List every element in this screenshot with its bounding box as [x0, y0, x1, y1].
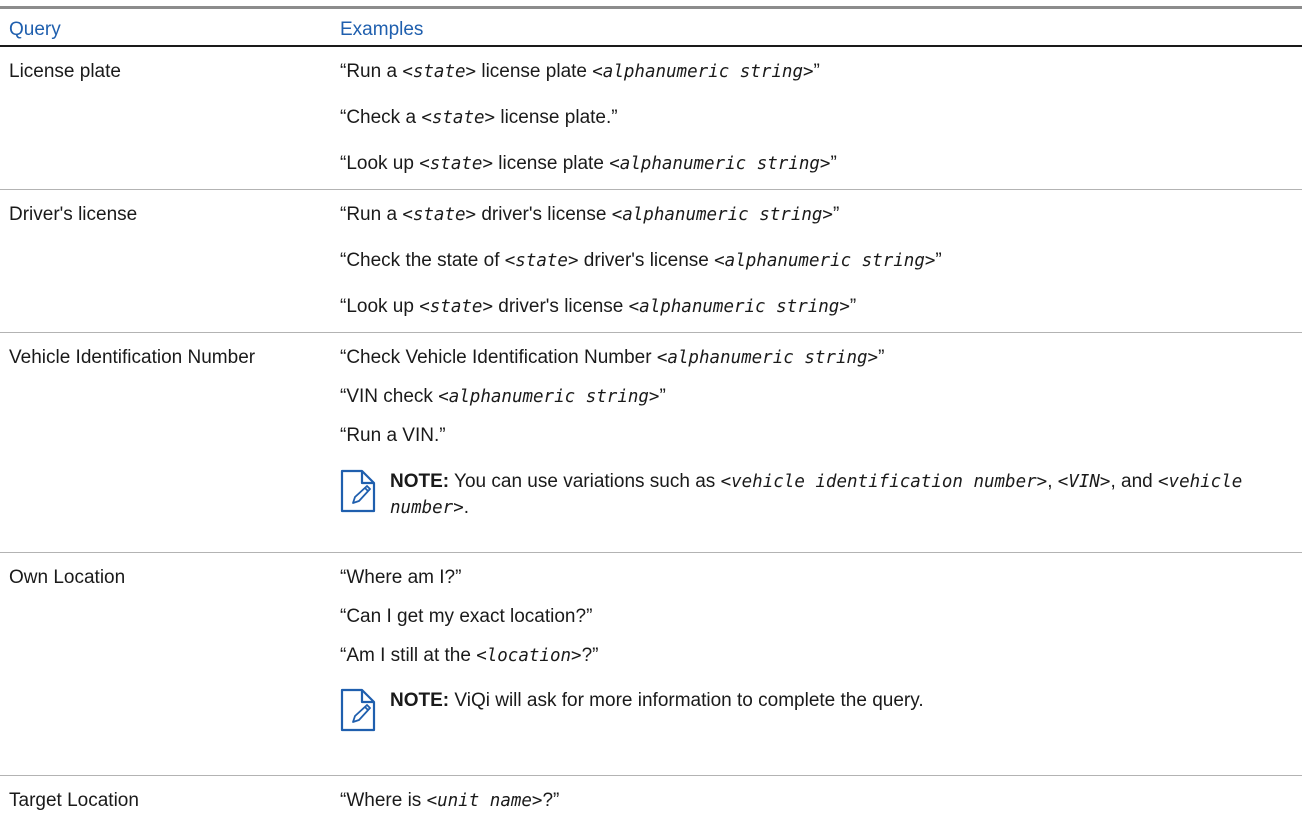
table-header: Query Examples: [0, 9, 1302, 47]
example-text: “Run a VIN.”: [340, 425, 446, 446]
note-text: NOTE: You can use variations such as <ve…: [390, 471, 1243, 518]
example-text: “Check the state of <state> driver's lic…: [340, 250, 942, 271]
note-icon: [340, 688, 376, 732]
query-cell: Own Location: [9, 567, 126, 588]
example-text: “Look up <state> driver's license <alpha…: [340, 296, 857, 317]
table-row: License plate “Run a <state> license pla…: [0, 47, 1302, 190]
query-cell: Target Location: [9, 790, 139, 811]
example-text: “Where am I?”: [340, 567, 462, 588]
column-header-query: Query: [9, 19, 61, 40]
example-text: “Run a <state> driver's license <alphanu…: [340, 204, 840, 225]
table-row: Own Location “Where am I?” “Can I get my…: [0, 553, 1302, 776]
query-cell: Driver's license: [9, 204, 138, 225]
note-callout: NOTE: ViQi will ask for more information…: [340, 688, 1300, 758]
query-cell: License plate: [9, 61, 121, 82]
example-text: “Run a <state> license plate <alphanumer…: [340, 61, 820, 82]
table-row: Vehicle Identification Number “Check Veh…: [0, 333, 1302, 553]
query-cell: Vehicle Identification Number: [9, 347, 256, 368]
example-text: “VIN check <alphanumeric string>”: [340, 386, 666, 407]
note-text: NOTE: ViQi will ask for more information…: [390, 690, 924, 711]
example-text: “Where is <unit name>?”: [340, 790, 560, 811]
example-text: “Am I still at the <location>?”: [340, 645, 599, 666]
note-callout: NOTE: You can use variations such as <ve…: [340, 469, 1300, 529]
note-icon: [340, 469, 376, 513]
column-header-examples: Examples: [340, 19, 424, 40]
table-row: Target Location “Where is <unit name>?”: [0, 776, 1302, 821]
example-text: “Check Vehicle Identification Number <al…: [340, 347, 885, 368]
example-text: “Can I get my exact location?”: [340, 606, 593, 627]
example-text: “Check a <state> license plate.”: [340, 107, 618, 128]
example-text: “Look up <state> license plate <alphanum…: [340, 153, 837, 174]
table-row: Driver's license “Run a <state> driver's…: [0, 190, 1302, 333]
